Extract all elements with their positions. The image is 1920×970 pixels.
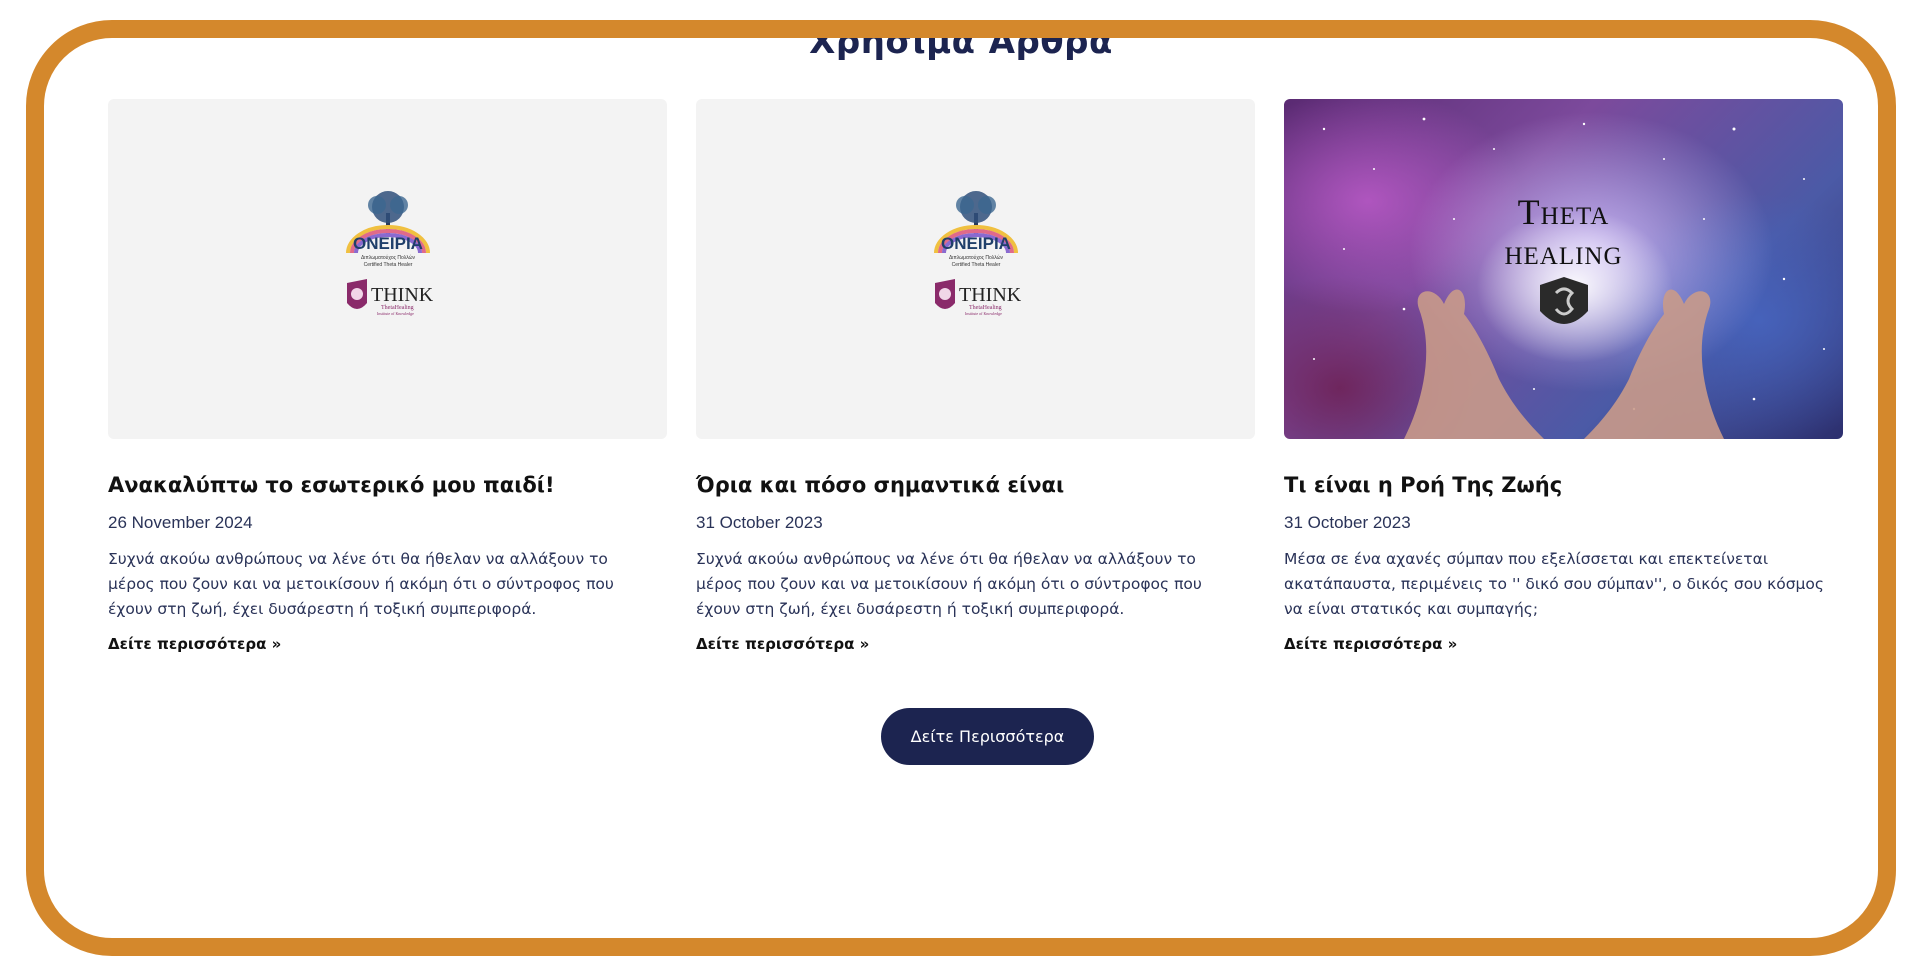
theta-emblem-icon [1540,277,1588,324]
section-title: Χρήσιμα Άρθρα [809,22,1113,62]
article-card: Theta healing Τι είναι η Ροή Της Ζωής 31… [1284,99,1843,659]
article-card: ONEIPIA Διπλωματούχος Πολλών Certified T… [108,99,667,659]
article-title[interactable]: Τι είναι η Ροή Της Ζωής [1284,473,1843,497]
logo-think: THINK [959,284,1022,306]
logo-subtitle1: Διπλωματούχος Πολλών [360,254,415,261]
read-more-link[interactable]: Δείτε περισσότερα » [696,635,869,653]
read-more-link[interactable]: Δείτε περισσότερα » [108,635,281,653]
image-title-line1: Theta [1517,192,1610,232]
logo-subtitle1: Διπλωματούχος Πολλών [948,254,1003,261]
oneiria-logo: ONEIPIA Διπλωματούχος Πολλών Certified T… [333,191,443,331]
image-title-line2: healing [1504,232,1623,272]
logo-brand: ONEIPIA [941,234,1011,253]
content-frame: Χρήσιμα Άρθρα ONEIPIA Διπλωματούχος Πολλ… [26,20,1896,956]
logo-brand: ONEIPIA [353,234,423,253]
article-excerpt: Συχνά ακούω ανθρώπους να λένε ότι θα ήθε… [696,550,1202,618]
article-date: 31 October 2023 [1284,513,1411,532]
article-title[interactable]: Όρια και πόσο σημαντικά είναι [696,473,1255,497]
article-excerpt: Μέσα σε ένα αχανές σύμπαν που εξελίσσετα… [1284,550,1824,618]
article-date: 31 October 2023 [696,513,823,532]
article-thumbnail[interactable]: ONEIPIA Διπλωματούχος Πολλών Certified T… [696,99,1255,439]
article-title[interactable]: Ανακαλύπτω το εσωτερικό μου παιδί! [108,473,667,497]
article-card: ONEIPIA Διπλωματούχος Πολλών Certified T… [696,99,1255,659]
logo-think: THINK [371,284,434,306]
logo-subtitle2: Certified Theta Healer [951,262,1000,268]
article-date: 26 November 2024 [108,513,253,532]
article-thumbnail[interactable]: ONEIPIA Διπλωματούχος Πολλών Certified T… [108,99,667,439]
article-thumbnail[interactable]: Theta healing [1284,99,1843,439]
read-more-link[interactable]: Δείτε περισσότερα » [1284,635,1457,653]
article-excerpt: Συχνά ακούω ανθρώπους να λένε ότι θα ήθε… [108,550,614,618]
oneiria-logo: ONEIPIA Διπλωματούχος Πολλών Certified T… [921,191,1031,331]
see-more-button[interactable]: Δείτε Περισσότερα [881,708,1094,765]
logo-institute: Institute of Knowledge [965,311,1002,316]
logo-subtitle2: Certified Theta Healer [363,262,412,268]
logo-institute: Institute of Knowledge [377,311,414,316]
article-cards: ONEIPIA Διπλωματούχος Πολλών Certified T… [108,99,1844,659]
